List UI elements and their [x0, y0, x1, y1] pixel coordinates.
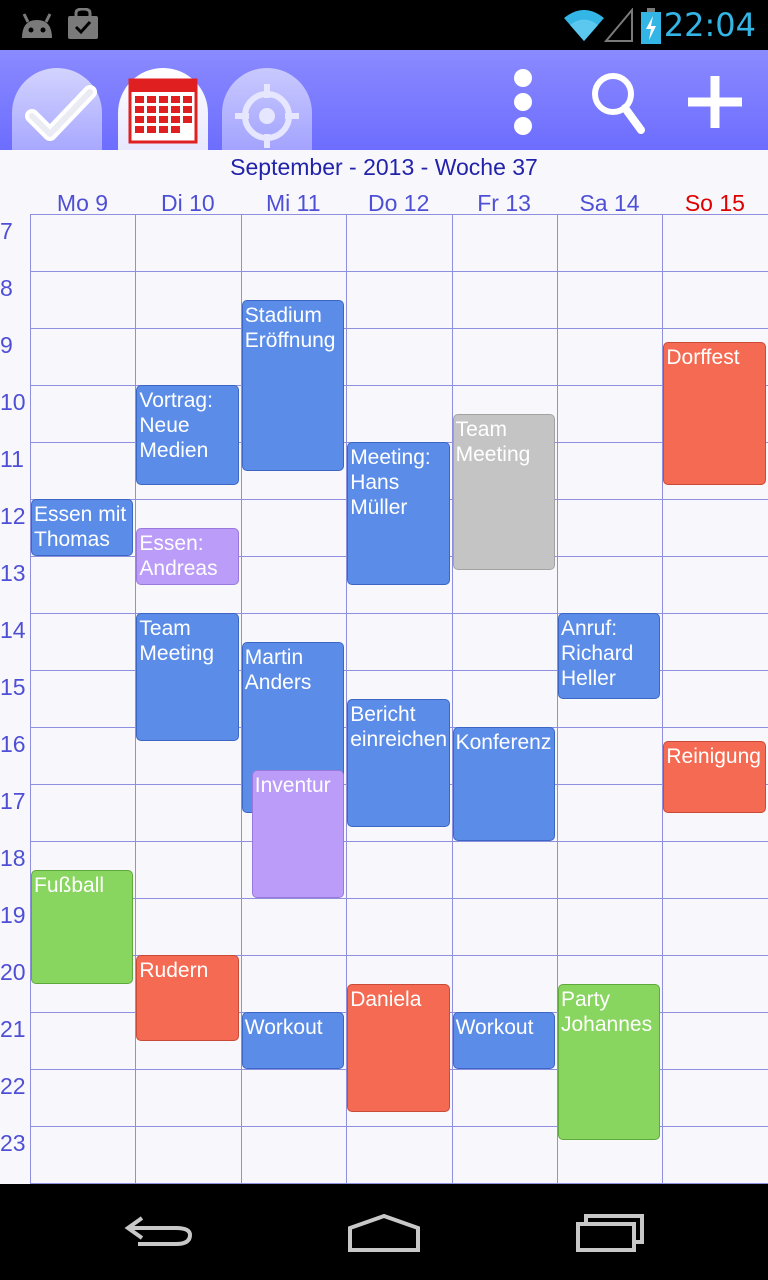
hour-label: 21: [0, 1016, 26, 1042]
battery-charging-icon: [641, 8, 661, 44]
calendar-event[interactable]: Vortrag: Neue Medien: [136, 385, 239, 485]
back-icon[interactable]: [116, 1206, 206, 1256]
hour-label: 20: [0, 959, 26, 985]
calendar-event[interactable]: Essen mit Thomas: [31, 499, 134, 556]
tab-calendar[interactable]: [118, 68, 208, 150]
hour-gridline: [30, 328, 768, 329]
hour-label: 19: [0, 902, 26, 928]
checkmark-icon: [25, 85, 97, 141]
status-bar: 22:04: [0, 0, 768, 50]
hour-gridline: [30, 841, 768, 842]
hour-label: 13: [0, 560, 26, 586]
hour-gridline: [30, 214, 768, 215]
day-header[interactable]: Mo 9: [30, 190, 135, 217]
calendar-grid[interactable]: Essen mit Thomas Fußball Vortrag: Neue Med…: [30, 214, 768, 1184]
wifi-icon: [564, 10, 604, 41]
week-title[interactable]: September - 2013 - Woche 37: [0, 154, 768, 181]
calendar-event[interactable]: Workout: [452, 1012, 555, 1069]
search-icon[interactable]: [585, 66, 655, 136]
hour-label: 15: [0, 674, 26, 700]
hour-gridline: [30, 271, 768, 272]
target-icon: [235, 84, 299, 148]
hour-label: 23: [0, 1130, 26, 1156]
week-calendar: September - 2013 - Woche 37 Mo 9 Di 10 Mi …: [0, 150, 768, 1184]
calendar-event[interactable]: Dorffest: [663, 342, 766, 485]
calendar-event[interactable]: Team Meeting: [452, 413, 555, 571]
hour-label: 17: [0, 788, 26, 814]
calendar-event[interactable]: Daniela: [347, 983, 450, 1112]
hour-label: 8: [0, 275, 13, 301]
calendar-event[interactable]: Meeting: Hans Müller: [347, 442, 450, 585]
hour-label: 14: [0, 617, 26, 643]
hour-label: 11: [0, 446, 24, 472]
hour-label: 18: [0, 845, 26, 871]
calendar-event[interactable]: Essen: Andreas: [136, 527, 239, 585]
calendar-event[interactable]: Konferenz: [452, 727, 555, 841]
clock-time: 22:04: [663, 6, 756, 44]
signal-icon: [604, 8, 633, 42]
overflow-menu-icon[interactable]: [488, 66, 558, 136]
calendar-event[interactable]: Workout: [241, 1012, 345, 1069]
hour-gridline: [30, 898, 768, 899]
hour-label: 12: [0, 503, 26, 529]
hour-label: 7: [0, 218, 13, 244]
add-icon[interactable]: [680, 66, 750, 136]
day-header[interactable]: Do 12: [346, 190, 451, 217]
calendar-event[interactable]: Reinigung: [663, 741, 766, 813]
day-header[interactable]: Sa 14: [557, 190, 662, 217]
hour-label: 22: [0, 1073, 26, 1099]
calendar-event[interactable]: Stadium Eröffnung: [241, 299, 345, 471]
calendar-event[interactable]: Rudern: [136, 955, 239, 1041]
tab-todo[interactable]: [12, 68, 102, 150]
day-header[interactable]: Mi 11: [241, 190, 346, 217]
calendar-event[interactable]: Fußball: [31, 869, 134, 984]
navigation-bar: [0, 1184, 768, 1280]
calendar-event[interactable]: Party Johannes: [558, 983, 661, 1141]
day-header[interactable]: So 15: [662, 190, 767, 217]
hour-label: 9: [0, 332, 13, 358]
day-gridline: [30, 214, 31, 1184]
hour-label: 10: [0, 389, 26, 415]
calendar-event[interactable]: Anruf: Richard Heller: [558, 613, 661, 699]
calendar-icon: [128, 78, 198, 144]
action-bar: [0, 50, 768, 150]
calendar-event[interactable]: Team Meeting: [136, 613, 239, 742]
home-icon[interactable]: [340, 1206, 430, 1256]
calendar-event[interactable]: Inventur: [251, 769, 345, 898]
android-robot-icon: [22, 13, 52, 38]
recent-apps-icon[interactable]: [566, 1206, 656, 1256]
hour-label: 16: [0, 731, 26, 757]
calendar-event[interactable]: Bericht einreichen: [347, 698, 450, 827]
day-header[interactable]: Di 10: [135, 190, 240, 217]
shopping-bag-icon: [68, 8, 98, 39]
tab-target[interactable]: [222, 68, 312, 150]
day-header[interactable]: Fr 13: [452, 190, 557, 217]
